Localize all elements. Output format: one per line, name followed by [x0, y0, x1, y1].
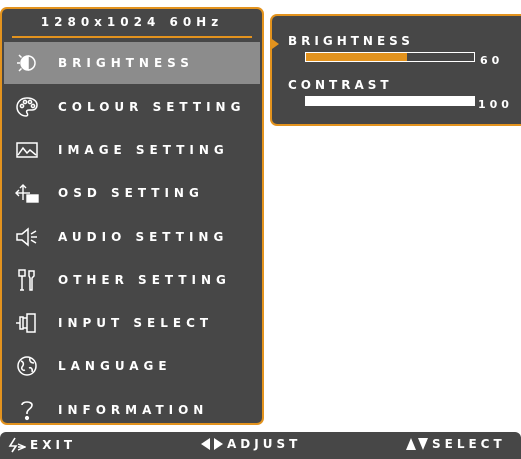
tools-icon	[12, 265, 42, 295]
contrast-slider[interactable]	[305, 96, 475, 106]
menu-item-osd-setting[interactable]: OSD SETTING	[4, 172, 260, 214]
menu-item-image-setting[interactable]: IMAGE SETTING	[4, 129, 260, 171]
menu-item-brightness[interactable]: BRIGHTNESS	[4, 42, 260, 84]
palette-icon	[12, 92, 42, 122]
image-icon	[12, 135, 42, 165]
brightness-slider-fill	[306, 53, 407, 61]
menu-item-label: AUDIO SETTING	[58, 230, 229, 244]
header-divider	[12, 36, 252, 38]
menu-item-label: OTHER SETTING	[58, 273, 231, 287]
menu-item-colour-setting[interactable]: COLOUR SETTING	[4, 86, 260, 128]
question-icon	[12, 395, 42, 425]
brightness-submenu-panel: BRIGHTNESS 60 CONTRAST 100	[270, 14, 521, 126]
menu-item-other-setting[interactable]: OTHER SETTING	[4, 259, 260, 301]
exit-hint: EXIT	[6, 437, 76, 453]
menu-item-label: COLOUR SETTING	[58, 100, 246, 114]
brightness-value: 60	[480, 54, 504, 67]
menu-item-label: INPUT SELECT	[58, 316, 214, 330]
main-menu-panel: 1280x1024 60Hz BRIGHTNESS COLOUR SETTING	[0, 7, 264, 425]
brightness-label: BRIGHTNESS	[288, 34, 414, 48]
menu-item-audio-setting[interactable]: AUDIO SETTING	[4, 216, 260, 258]
menu-item-label: IMAGE SETTING	[58, 143, 229, 157]
brightness-icon	[12, 48, 42, 78]
up-down-arrows-icon	[406, 438, 428, 450]
select-label: SELECT	[432, 437, 506, 451]
menu-item-information[interactable]: INFORMATION	[4, 389, 260, 431]
input-plug-icon	[12, 308, 42, 338]
menu-item-label: LANGUAGE	[58, 359, 172, 373]
left-right-arrows-icon	[201, 438, 223, 450]
osd-icon	[12, 178, 42, 208]
exit-label: EXIT	[30, 438, 77, 452]
contrast-label: CONTRAST	[288, 78, 393, 92]
adjust-label: ADJUST	[227, 437, 302, 451]
adjust-hint: ADJUST	[201, 437, 301, 451]
menu-item-language[interactable]: LANGUAGE	[4, 345, 260, 387]
menu-item-input-select[interactable]: INPUT SELECT	[4, 302, 260, 344]
speaker-icon	[12, 222, 42, 252]
brightness-slider[interactable]	[305, 52, 475, 62]
menu-item-label: INFORMATION	[58, 403, 209, 417]
select-hint: SELECT	[406, 437, 506, 451]
contrast-value: 100	[478, 98, 513, 111]
exit-icon	[6, 437, 26, 453]
footer-bar: EXIT ADJUST SELECT	[0, 432, 521, 459]
menu-item-label: BRIGHTNESS	[58, 56, 194, 70]
resolution-label: 1280x1024 60Hz	[40, 15, 224, 29]
menu-item-label: OSD SETTING	[58, 186, 204, 200]
contrast-slider-fill	[306, 97, 474, 105]
globe-icon	[12, 351, 42, 381]
selection-arrow-icon	[272, 39, 279, 49]
